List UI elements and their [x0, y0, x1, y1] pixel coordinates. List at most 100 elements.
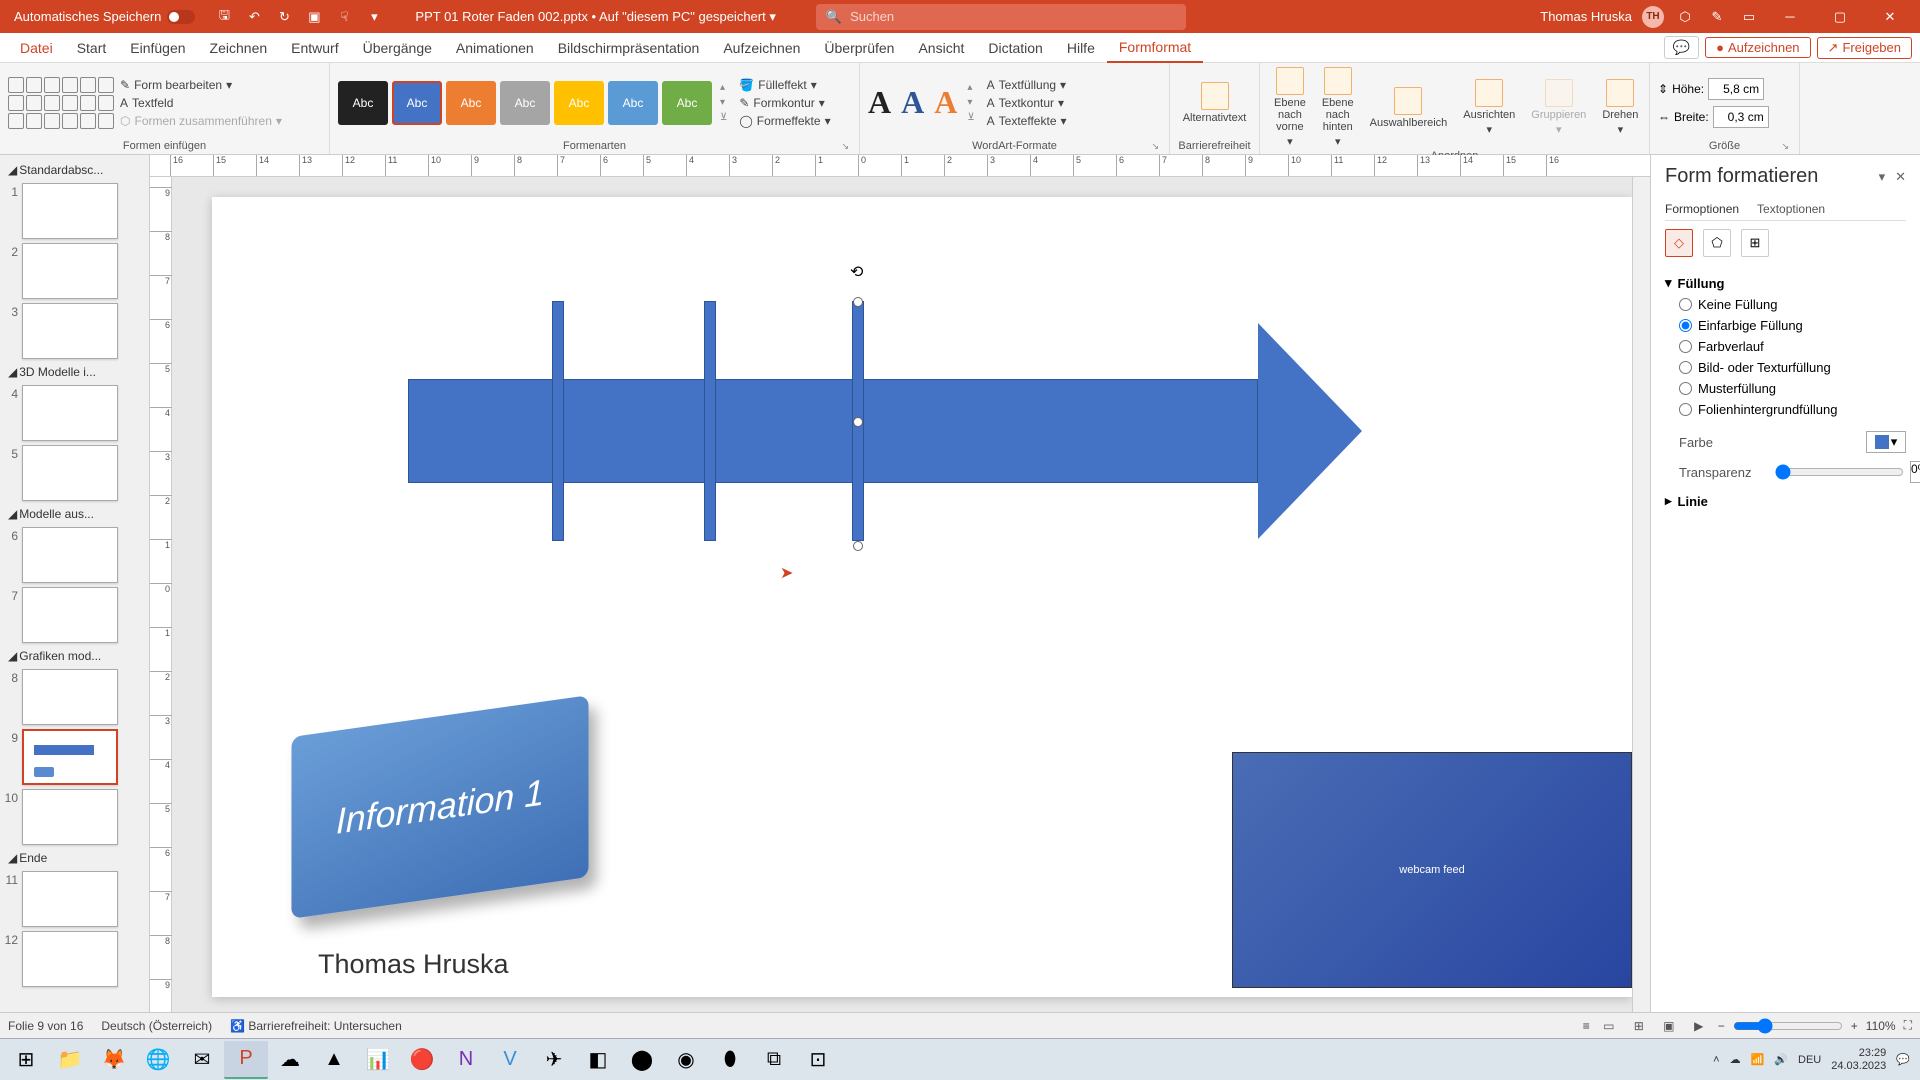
fill-radio-pattern[interactable]: Musterfüllung	[1679, 381, 1906, 396]
slide-thumbnail-4[interactable]	[22, 385, 118, 441]
explorer-icon[interactable]: 📁	[48, 1041, 92, 1079]
tab-help[interactable]: Hilfe	[1055, 33, 1107, 63]
slide-thumbnail-10[interactable]	[22, 789, 118, 845]
text-options-tab[interactable]: Textoptionen	[1757, 198, 1825, 220]
search-box[interactable]: 🔍	[816, 4, 1186, 30]
tick-bar-2[interactable]	[704, 301, 716, 541]
wordart-gallery[interactable]: A A A	[868, 84, 957, 121]
maximize-button[interactable]: ▢	[1820, 0, 1860, 33]
slide-counter[interactable]: Folie 9 von 16	[8, 1019, 83, 1033]
section-header[interactable]: ◢ 3D Modelle i...	[4, 363, 145, 381]
shape-options-tab[interactable]: Formoptionen	[1665, 198, 1739, 220]
tab-draw[interactable]: Zeichnen	[198, 33, 280, 63]
accessibility-status[interactable]: ♿ Barrierefreiheit: Untersuchen	[230, 1019, 402, 1033]
comments-button[interactable]: 💬	[1664, 36, 1699, 59]
shape-effects-button[interactable]: ◯ Formeffekte ▾	[737, 113, 832, 129]
fill-section-header[interactable]: ▾ Füllung	[1665, 269, 1906, 297]
zoom-slider[interactable]	[1733, 1018, 1843, 1034]
slide-thumbnail-6[interactable]	[22, 527, 118, 583]
window-icon[interactable]: ▭	[1738, 6, 1760, 28]
fit-to-window-icon[interactable]: ⛶	[1904, 1018, 1912, 1033]
draw-icon[interactable]: ✎	[1706, 6, 1728, 28]
cloud-icon[interactable]: ⬡	[1674, 6, 1696, 28]
tab-transitions[interactable]: Übergänge	[351, 33, 444, 63]
fill-radio-slidebg[interactable]: Folienhintergrundfüllung	[1679, 402, 1906, 417]
tab-animations[interactable]: Animationen	[444, 33, 546, 63]
close-button[interactable]: ✕	[1870, 0, 1910, 33]
tab-file[interactable]: Datei	[8, 33, 65, 63]
slide-thumbnail-9[interactable]	[22, 729, 118, 785]
undo-icon[interactable]: ↶	[243, 6, 265, 28]
onedrive-tray-icon[interactable]: ☁	[1730, 1053, 1741, 1066]
gallery-more-icon[interactable]: ⊻	[720, 112, 727, 123]
resize-handle[interactable]	[853, 297, 863, 307]
rotate-button[interactable]: Drehen ▾	[1596, 79, 1644, 136]
shape-outline-button[interactable]: ✎ Formkontur ▾	[737, 95, 826, 111]
slide-thumbnail-3[interactable]	[22, 303, 118, 359]
chrome-icon[interactable]: 🌐	[136, 1041, 180, 1079]
taskbar-clock[interactable]: 23:29 24.03.2023	[1831, 1047, 1886, 1071]
app-icon[interactable]: ☁	[268, 1041, 312, 1079]
app-icon[interactable]: ⬮	[708, 1041, 752, 1079]
style-swatch-orange[interactable]: Abc	[446, 81, 496, 125]
wa-gallery-down-icon[interactable]: ▾	[967, 97, 974, 108]
tab-review[interactable]: Überprüfen	[812, 33, 906, 63]
tab-dictation[interactable]: Dictation	[976, 33, 1054, 63]
slideshow-view-icon[interactable]: ▶	[1688, 1016, 1710, 1036]
section-header[interactable]: ◢ Grafiken mod...	[4, 647, 145, 665]
tab-design[interactable]: Entwurf	[279, 33, 350, 63]
obs-icon[interactable]: ⬤	[620, 1041, 664, 1079]
rotation-handle-icon[interactable]: ⟲	[850, 262, 866, 278]
size-launcher-icon[interactable]: ↘	[1781, 141, 1789, 152]
text-outline-button[interactable]: A Textkontur ▾	[985, 95, 1066, 111]
fill-radio-picture[interactable]: Bild- oder Texturfüllung	[1679, 360, 1906, 375]
style-swatch-blue[interactable]: Abc	[392, 81, 442, 125]
size-props-icon[interactable]: ⊞	[1741, 229, 1769, 257]
line-section-header[interactable]: ▸ Linie	[1665, 487, 1906, 515]
vscode-icon[interactable]: V	[488, 1041, 532, 1079]
style-swatch-green[interactable]: Abc	[662, 81, 712, 125]
tray-expand-icon[interactable]: ˄	[1713, 1054, 1719, 1066]
zoom-in-button[interactable]: +	[1851, 1019, 1858, 1033]
minimize-button[interactable]: ─	[1770, 0, 1810, 33]
fill-line-icon[interactable]: ◇	[1665, 229, 1693, 257]
tab-shape-format[interactable]: Formformat	[1107, 33, 1203, 63]
slide-thumbnail-12[interactable]	[22, 931, 118, 987]
section-header[interactable]: ◢ Ende	[4, 849, 145, 867]
alt-text-button[interactable]: Alternativtext	[1177, 82, 1253, 124]
slide-thumbnail-pane[interactable]: ◢ Standardabsc... 1 2 3 ◢ 3D Modelle i..…	[0, 155, 150, 1012]
style-swatch-lightblue[interactable]: Abc	[608, 81, 658, 125]
tab-insert[interactable]: Einfügen	[118, 33, 197, 63]
app-icon[interactable]: ⧉	[752, 1041, 796, 1079]
align-button[interactable]: Ausrichten ▾	[1457, 79, 1521, 136]
app-icon[interactable]: 🔴	[400, 1041, 444, 1079]
slide-thumbnail-8[interactable]	[22, 669, 118, 725]
section-header[interactable]: ◢ Modelle aus...	[4, 505, 145, 523]
wordart-style-1[interactable]: A	[868, 84, 891, 121]
zoom-level[interactable]: 110%	[1866, 1019, 1896, 1033]
powerpoint-icon[interactable]: P	[224, 1041, 268, 1079]
volume-tray-icon[interactable]: 🔊	[1774, 1053, 1788, 1066]
slideshow-icon[interactable]: ▣	[303, 6, 325, 28]
tab-slideshow[interactable]: Bildschirmpräsentation	[546, 33, 712, 63]
shape-fill-button[interactable]: 🪣 Fülleffekt ▾	[737, 77, 818, 93]
slide-thumbnail-11[interactable]	[22, 871, 118, 927]
zoom-out-button[interactable]: −	[1718, 1019, 1725, 1033]
timeline-arrow-shape[interactable]	[408, 379, 1258, 483]
telegram-icon[interactable]: ✈	[532, 1041, 576, 1079]
save-icon[interactable]: 🖫	[213, 6, 235, 28]
height-input[interactable]	[1708, 78, 1764, 100]
slide-thumbnail-2[interactable]	[22, 243, 118, 299]
slide-thumbnail-7[interactable]	[22, 587, 118, 643]
info-3d-block[interactable]: Information 1	[291, 695, 588, 919]
fill-radio-solid[interactable]: Einfarbige Füllung	[1679, 318, 1906, 333]
style-swatch-black[interactable]: Abc	[338, 81, 388, 125]
touch-icon[interactable]: ☟	[333, 6, 355, 28]
language-status[interactable]: Deutsch (Österreich)	[101, 1019, 212, 1033]
fill-radio-none[interactable]: Keine Füllung	[1679, 297, 1906, 312]
tab-record[interactable]: Aufzeichnen	[711, 33, 812, 63]
sorter-view-icon[interactable]: ⊞	[1628, 1016, 1650, 1036]
width-input[interactable]	[1713, 106, 1769, 128]
slide-thumbnail-5[interactable]	[22, 445, 118, 501]
pane-options-icon[interactable]: ▾	[1879, 169, 1886, 185]
